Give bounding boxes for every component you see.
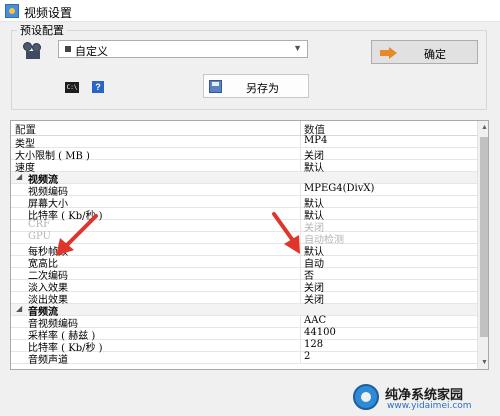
row-value[interactable]: MPEG4(DivX)	[304, 183, 374, 194]
window-title: 视频设置	[24, 6, 73, 20]
grid-row-size-limit[interactable]: 大小限制 ( MB ) 关闭	[11, 148, 477, 162]
collapse-caret-icon[interactable]: ◢	[16, 172, 22, 181]
row-value[interactable]: 44100	[304, 327, 336, 338]
row-value[interactable]: 2	[304, 351, 310, 362]
row-label: CRF	[28, 219, 51, 230]
ok-button-label: 确定	[424, 48, 446, 61]
title-bar: 视频设置	[0, 0, 500, 22]
grid-row-two-pass[interactable]: 二次编码否	[11, 268, 477, 282]
grid-row-fade-out[interactable]: 淡出效果 关闭	[11, 292, 477, 306]
help-icon[interactable]: ?	[92, 81, 104, 93]
preset-group-label: 预设配置	[17, 22, 67, 38]
vertical-scrollbar[interactable]: ▲ ▼	[477, 121, 488, 369]
watermark-url: www.yidaimei.com	[387, 401, 472, 411]
grid-row-audio-channels[interactable]: 音频声道 2	[11, 351, 477, 366]
grid-row-video-codec[interactable]: 视频编码 MPEG4(DivX)	[11, 183, 477, 198]
floppy-disk-icon	[209, 80, 222, 93]
grid-row-speed[interactable]: 速度 默认	[11, 160, 477, 174]
row-label: GPU	[28, 231, 51, 242]
ok-button[interactable]: 确定	[371, 40, 478, 64]
grid-header: 配置 数值	[11, 121, 477, 136]
preset-item-icon	[65, 46, 71, 52]
film-reel-icon	[23, 42, 43, 60]
row-value[interactable]: AAC	[304, 315, 326, 326]
arrow-right-icon	[380, 47, 398, 59]
section-audio-stream[interactable]: ◢ 音频流	[11, 304, 477, 318]
save-as-button[interactable]: 另存为	[203, 74, 309, 98]
row-value[interactable]: 128	[304, 339, 323, 350]
scrollbar-thumb[interactable]	[480, 137, 488, 337]
save-as-button-label: 另存为	[246, 82, 279, 95]
grid-row-audio-bitrate[interactable]: 比特率 ( Kb/秒 ) 128	[11, 339, 477, 354]
row-label: 音频声道	[28, 355, 68, 366]
watermark: 纯净系统家园 www.yidaimei.com	[349, 382, 499, 414]
watermark-logo-icon	[353, 384, 379, 410]
command-line-icon[interactable]: C:\	[65, 82, 79, 93]
chevron-down-icon: ▼	[293, 43, 302, 53]
collapse-caret-icon[interactable]: ◢	[16, 304, 22, 313]
annotation-arrow-right	[272, 212, 300, 254]
app-icon	[5, 4, 19, 18]
annotation-arrow-left	[56, 214, 98, 256]
scroll-up-icon[interactable]: ▲	[481, 124, 488, 131]
grid-row-fade-in[interactable]: 淡入效果 关闭	[11, 280, 477, 294]
scroll-down-icon[interactable]: ▼	[481, 359, 488, 366]
section-video-stream[interactable]: ◢ 视频流	[11, 172, 477, 186]
preset-dropdown-value: 自定义	[75, 45, 108, 58]
preset-dropdown[interactable]: 自定义 ▼	[58, 40, 308, 58]
row-value[interactable]: MP4	[304, 135, 327, 146]
